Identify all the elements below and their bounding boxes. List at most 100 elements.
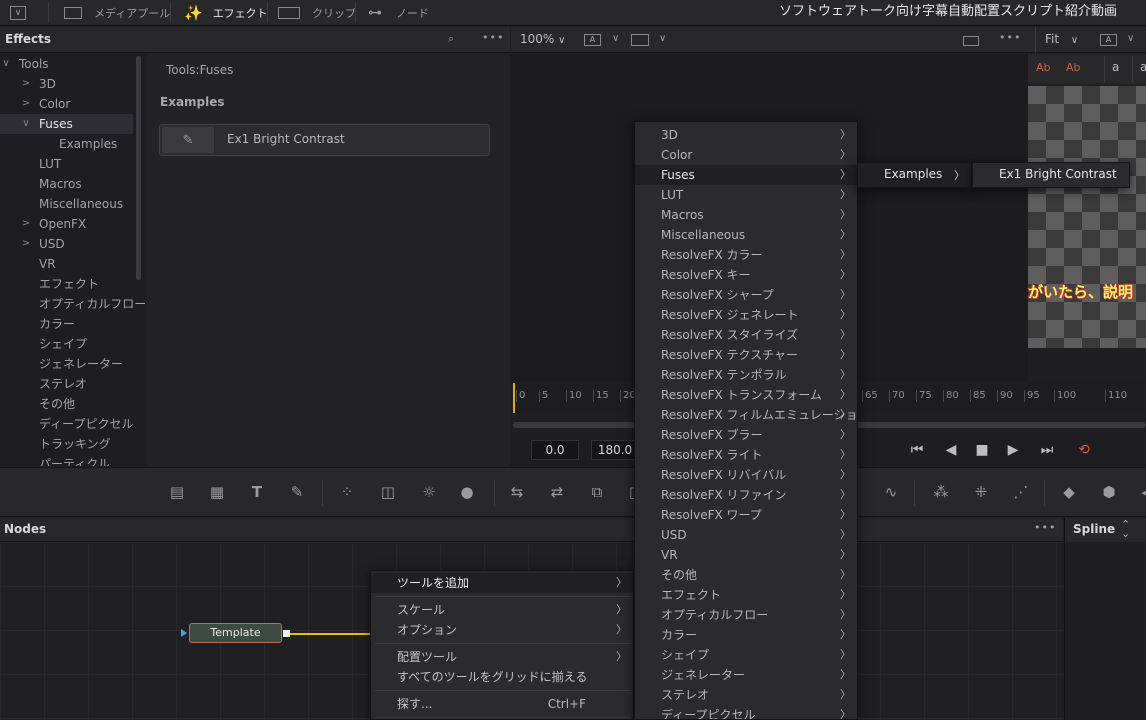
menu-item-scale[interactable]: スケール 〉 [371,600,633,620]
chevron-down-icon[interactable]: ∨ [612,33,619,44]
menu-item-category[interactable]: ResolveFX トランスフォーム 〉 [635,385,857,405]
more-options-icon[interactable]: ••• [999,31,1021,44]
monitor-icon[interactable] [631,34,649,46]
tree-item[interactable]: > OpenFX [0,214,133,234]
media-pool-button[interactable]: メディアプール [64,0,170,26]
clips-button[interactable]: クリップ [278,0,356,26]
menu-item-category[interactable]: ResolveFX テクスチャー 〉 [635,345,857,365]
menu-item-category[interactable]: シェイプ 〉 [635,645,857,665]
menu-item-category[interactable]: ResolveFX フィルムエミュレーション〉 [635,405,857,425]
brightness-tool-icon[interactable]: ☼ [418,482,440,502]
particles-tool-icon[interactable]: ⁘ [336,482,358,502]
viewer-a-icon[interactable]: A [584,34,601,46]
tree-item[interactable]: >3D [0,74,133,94]
text-tool-icon[interactable]: a [1140,60,1146,74]
tree-item[interactable]: オプティカルフロー [0,294,146,314]
text-style-icon[interactable]: Ab [1066,61,1081,74]
menu-item-category[interactable]: Color 〉 [635,145,857,165]
tree-item[interactable]: その他 [0,394,133,414]
menu-item-category[interactable]: ResolveFX テンポラル 〉 [635,365,857,385]
tree-item[interactable]: トラッキング [0,434,133,454]
tree-scrollbar[interactable] [136,56,141,280]
fast-noise-tool-icon[interactable]: ▦ [206,482,228,502]
particle-emitter-icon[interactable]: ⁂ [930,482,952,502]
zoom-dropdown[interactable]: 100% ∨ [520,32,565,46]
menu-item-category[interactable]: ResolveFX スタイライズ 〉 [635,325,857,345]
menu-item-ex1-bright-contrast[interactable]: Ex1 Bright Contrast [999,167,1117,181]
tree-item[interactable]: VR [0,254,133,274]
menu-item-category[interactable]: Miscellaneous 〉 [635,225,857,245]
menu-item-category[interactable]: ResolveFX ワープ 〉 [635,505,857,525]
menu-item-align-grid[interactable]: すべてのツールをグリッドに揃える [371,667,633,687]
shape-3d-icon[interactable]: ◆ [1058,482,1080,502]
chevron-right-icon[interactable]: > [21,94,31,114]
nodes-button[interactable]: ⊶ ノード [368,0,429,26]
menu-item-category[interactable]: USD 〉 [635,525,857,545]
tree-item[interactable]: ∨ Tools [0,54,133,74]
chevron-down-icon[interactable]: ∨ [1127,33,1134,44]
menu-item-category[interactable]: 3D 〉 [635,125,857,145]
node-output-port[interactable] [283,630,290,637]
tree-item[interactable]: > USD [0,234,133,254]
crop-tool-icon[interactable]: ⧉ [586,482,608,502]
spline-panel[interactable] [1064,542,1146,720]
node-input-arrow[interactable] [181,629,187,637]
transform-tool-icon[interactable]: ⇄ [546,482,568,502]
menu-item-category[interactable]: VR 〉 [635,545,857,565]
step-back-icon[interactable]: ◀ [940,440,962,460]
menu-item-category[interactable]: ResolveFX シャープ 〉 [635,285,857,305]
go-to-start-icon[interactable]: ⏮ [906,440,928,460]
tree-item[interactable]: Miscellaneous [0,194,133,214]
more-options-icon[interactable]: ••• [1034,521,1056,534]
menu-item-category[interactable]: Fuses 〉 [635,165,857,185]
menu-item-category[interactable]: その他 〉 [635,565,857,585]
tree-item[interactable]: エフェクト [0,274,133,294]
chevron-down-icon[interactable]: ∨ [1,54,11,74]
tree-item[interactable]: Macros [0,174,133,194]
node-template[interactable]: Template [189,623,282,643]
chevron-right-icon[interactable]: > [21,214,31,234]
color-curves-tool-icon[interactable]: ◫ [377,482,399,502]
loop-icon[interactable]: ⟲ [1073,440,1095,460]
chevron-down-icon[interactable]: ∨ [659,33,666,44]
menu-item-category[interactable]: ResolveFX カラー 〉 [635,245,857,265]
viewer-a-icon[interactable]: A [1100,34,1117,46]
tree-item[interactable]: ∨ Fuses [0,114,133,134]
menu-item-category[interactable]: LUT 〉 [635,185,857,205]
effect-item-ex1-bright-contrast[interactable]: ✎ Ex1 Bright Contrast [159,124,490,156]
menu-item-category[interactable]: ディープピクセル 〉 [635,705,857,719]
time-start-field[interactable]: 0.0 [531,440,579,460]
menu-item-category[interactable]: ResolveFX キー 〉 [635,265,857,285]
bspline-tool-icon[interactable]: ∿ [880,482,902,502]
merge-3d-icon[interactable]: ⬢ [1098,482,1120,502]
text-style-icon[interactable]: Ab [1036,61,1051,74]
menu-item-category[interactable]: ResolveFX ライト 〉 [635,445,857,465]
chevron-down-icon[interactable]: ∨ [21,114,31,134]
menu-item-category[interactable]: Macros 〉 [635,205,857,225]
tree-item[interactable]: > Color [0,94,133,114]
background-tool-icon[interactable]: ▤ [166,482,188,502]
tree-item[interactable]: LUT [0,154,133,174]
menu-item-options[interactable]: オプション 〉 [371,620,633,640]
tree-item[interactable]: パーティクル [0,454,133,466]
menu-item-category[interactable]: ResolveFX リファイン 〉 [635,485,857,505]
tree-item[interactable]: ステレオ [0,374,133,394]
menu-item-category[interactable]: ResolveFX ジェネレート 〉 [635,305,857,325]
effects-button[interactable]: ✨ エフェクト [184,0,268,26]
tree-item[interactable]: ディープピクセル [0,414,133,434]
renderer-3d-icon[interactable]: ◂ [1134,482,1146,502]
viewer-canvas[interactable] [1028,86,1146,348]
chevron-right-icon[interactable]: > [21,74,31,94]
tree-item[interactable]: Examples [0,134,133,154]
paint-tool-icon[interactable]: ✎ [286,482,308,502]
color-tool-icon[interactable]: ● [456,482,478,502]
particle-style-icon[interactable]: ⋰ [1010,482,1032,502]
playhead[interactable] [513,383,515,413]
merge-tool-icon[interactable]: ⇆ [506,482,528,502]
menu-item-category[interactable]: カラー 〉 [635,625,857,645]
more-options-icon[interactable]: ••• [482,31,504,44]
search-icon[interactable]: ⌕ [448,32,454,46]
menu-item-find[interactable]: 探す... Ctrl+F [371,694,633,714]
tree-item[interactable]: ジェネレーター [0,354,133,374]
chevron-right-icon[interactable]: > [21,234,31,254]
